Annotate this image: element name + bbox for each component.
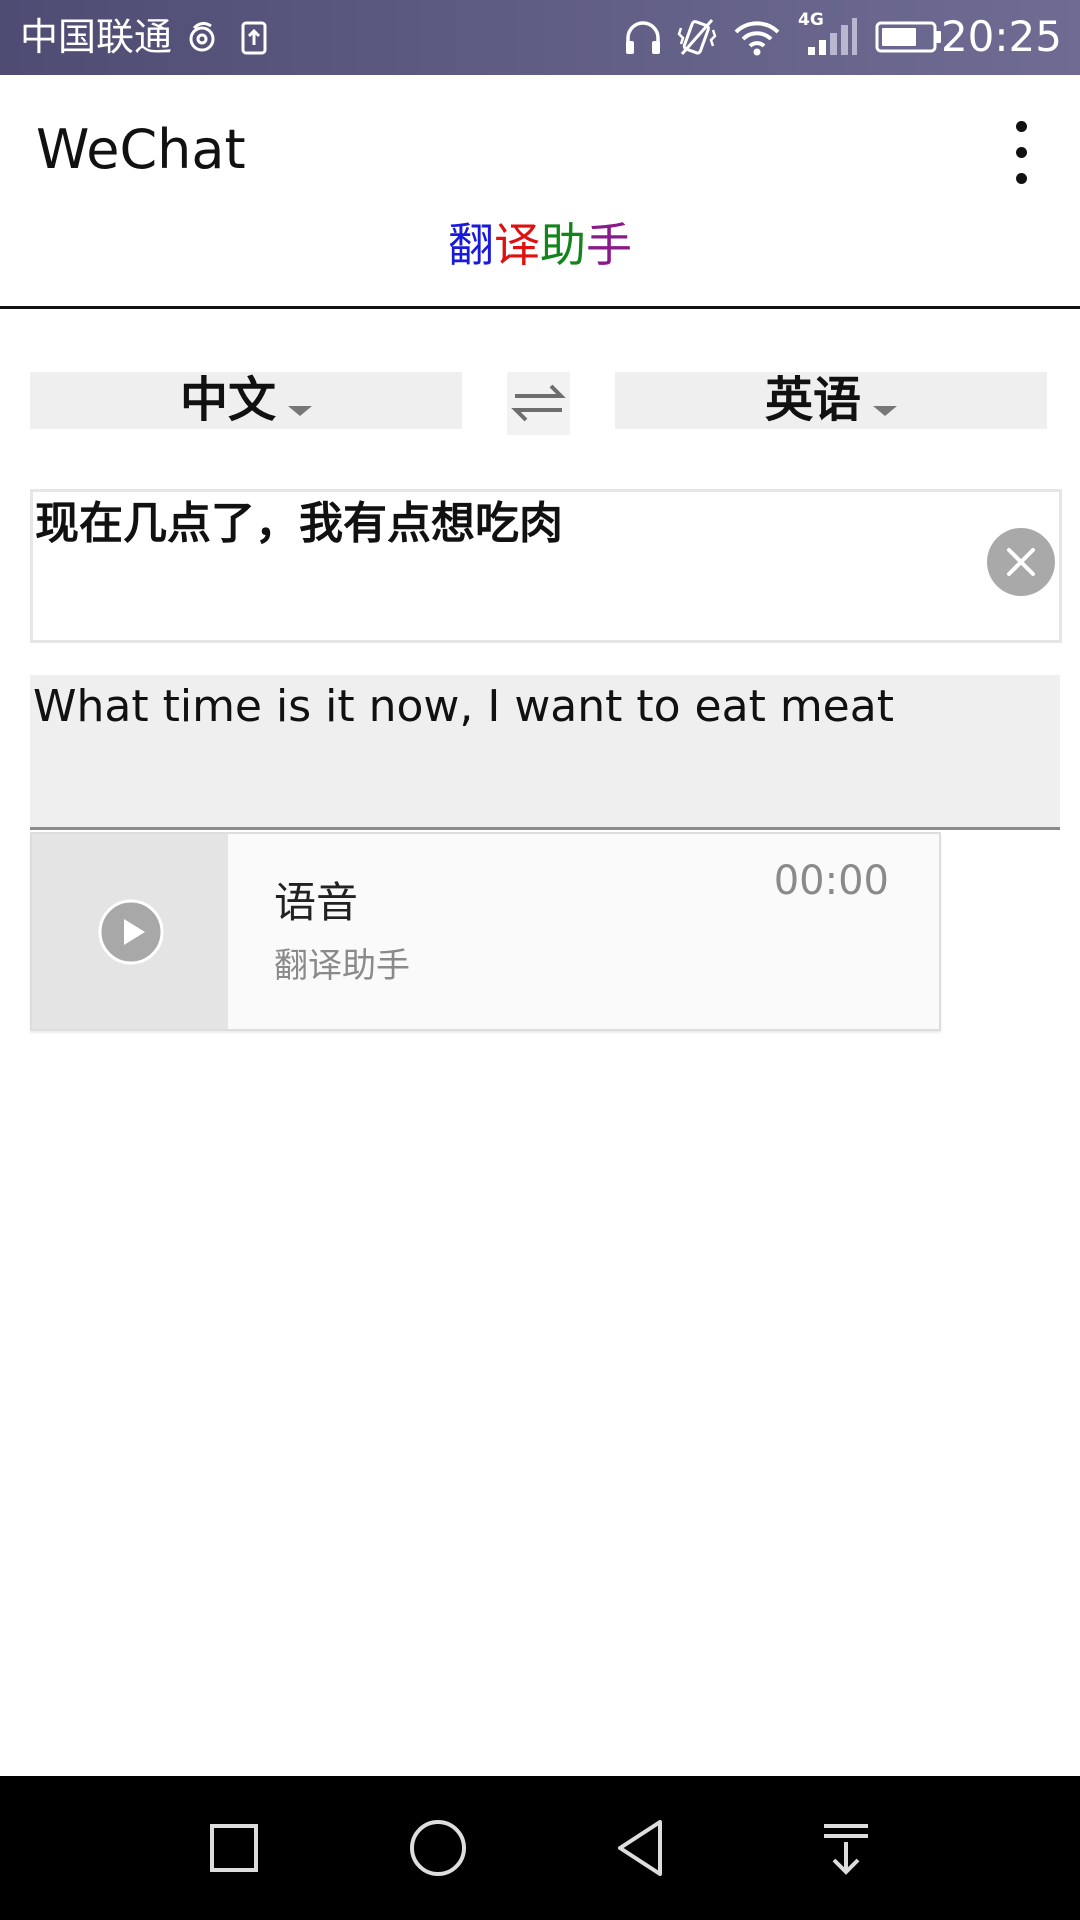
clock: 20:25 bbox=[940, 12, 1062, 61]
back-button[interactable] bbox=[612, 1818, 672, 1878]
source-language-select[interactable]: 中文 bbox=[30, 372, 462, 429]
upload-icon bbox=[241, 21, 267, 55]
target-language-label: 英语 bbox=[764, 372, 861, 428]
page-title-char: 译 bbox=[494, 218, 540, 272]
app-title: WeChat bbox=[36, 118, 246, 181]
source-text-input[interactable]: 现在几点了，我有点想吃肉 bbox=[30, 489, 1062, 643]
close-icon bbox=[1007, 548, 1035, 576]
recents-button[interactable] bbox=[204, 1818, 264, 1878]
swap-icon bbox=[511, 384, 566, 422]
page-title-char: 翻 bbox=[448, 218, 494, 272]
translation-output: What time is it now, I want to eat meat bbox=[30, 675, 1060, 830]
page-title: 翻译助手 bbox=[0, 215, 1080, 275]
weibo-icon bbox=[189, 21, 215, 52]
voice-message-card[interactable]: 语音 翻译助手 00:00 bbox=[30, 832, 941, 1031]
more-options-button[interactable] bbox=[994, 113, 1050, 193]
more-options-icon bbox=[1016, 121, 1027, 132]
carrier-name: 中国联通 bbox=[20, 15, 173, 59]
voice-subtitle: 翻译助手 bbox=[274, 946, 410, 986]
notification-pulldown-button[interactable] bbox=[816, 1818, 876, 1878]
voice-thumbnail bbox=[32, 834, 228, 1029]
translation-text: What time is it now, I want to eat meat bbox=[33, 681, 894, 732]
target-language-select[interactable]: 英语 bbox=[615, 372, 1047, 429]
app-header: WeChat 翻译助手 bbox=[0, 75, 1080, 309]
clear-input-button[interactable] bbox=[987, 528, 1055, 596]
page-title-char: 助 bbox=[540, 218, 586, 272]
back-icon bbox=[618, 1820, 662, 1876]
navigation-bar bbox=[0, 1776, 1080, 1920]
home-button[interactable] bbox=[408, 1818, 468, 1878]
vibrate-icon bbox=[677, 19, 717, 55]
battery-icon bbox=[875, 21, 941, 53]
headphones-icon bbox=[626, 21, 660, 54]
voice-duration: 00:00 bbox=[773, 858, 889, 904]
signal-icon bbox=[808, 18, 857, 55]
status-bar: 中国联通 4G 20:25 bbox=[0, 0, 1080, 75]
chevron-down-icon bbox=[873, 406, 897, 416]
play-button[interactable] bbox=[98, 899, 164, 965]
source-text-value: 现在几点了，我有点想吃肉 bbox=[35, 498, 563, 549]
chevron-down-icon bbox=[288, 406, 312, 416]
play-icon bbox=[98, 899, 164, 965]
wifi-icon bbox=[734, 21, 780, 56]
notification-pulldown-icon bbox=[824, 1824, 868, 1875]
screen: 中国联通 4G 20:25 WeChat 翻译助手 中文 英语 现在几点了，我有… bbox=[0, 0, 1080, 1920]
swap-languages-button[interactable] bbox=[507, 372, 570, 435]
source-language-label: 中文 bbox=[179, 372, 276, 428]
recents-icon bbox=[210, 1824, 258, 1872]
page-title-char: 手 bbox=[586, 218, 632, 272]
home-icon bbox=[410, 1820, 466, 1876]
voice-title: 语音 bbox=[274, 878, 359, 927]
